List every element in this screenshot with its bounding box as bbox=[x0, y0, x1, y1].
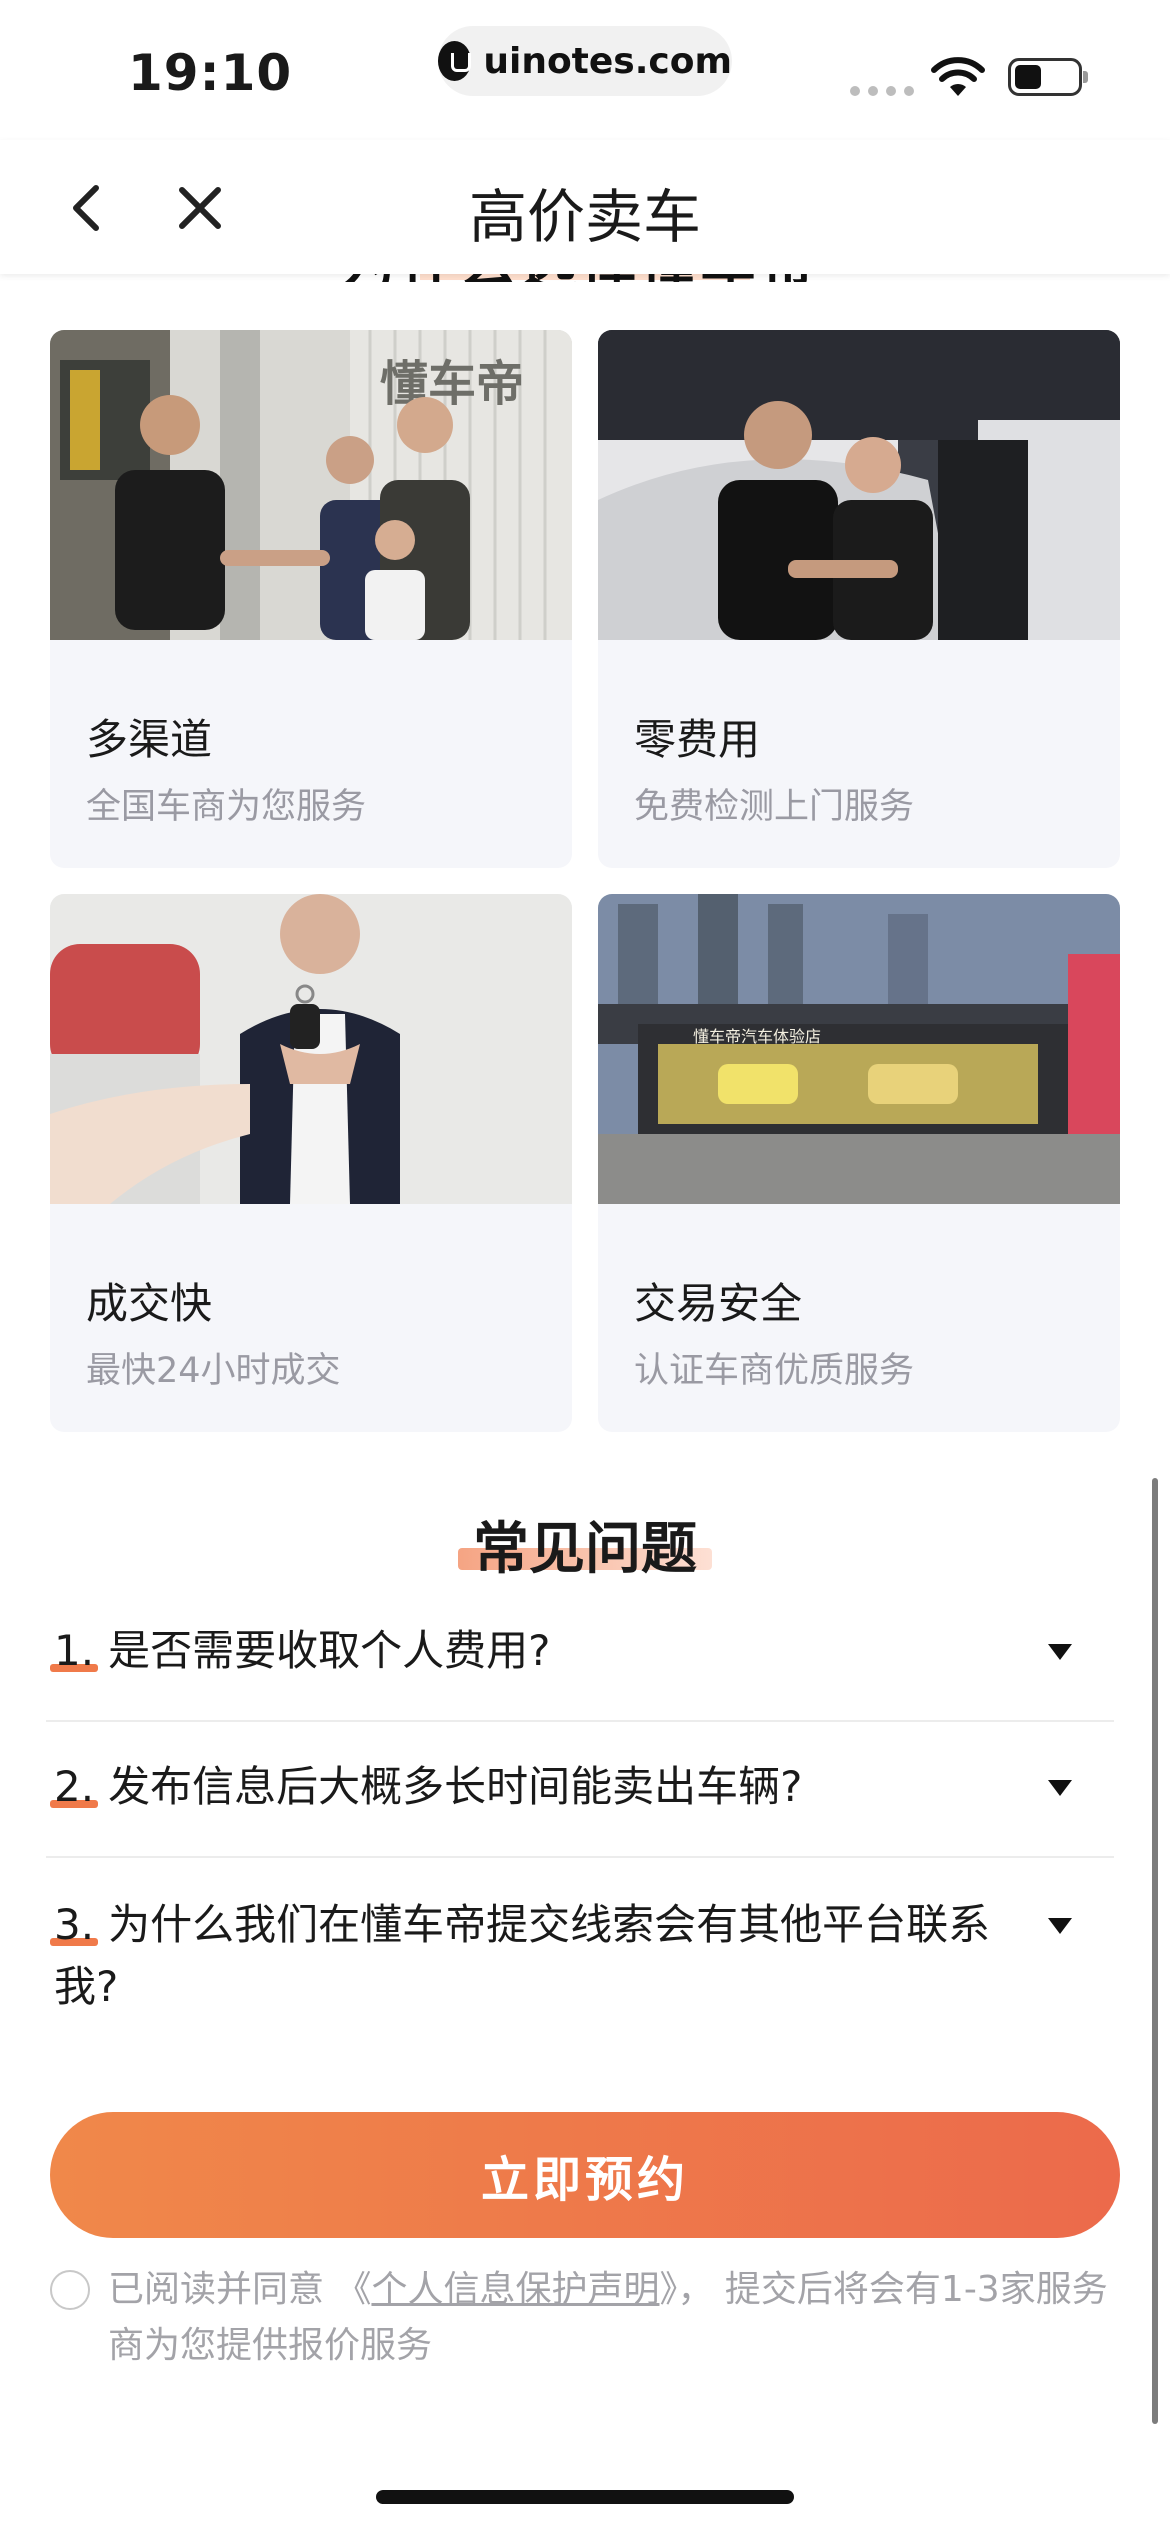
battery-icon bbox=[1008, 58, 1088, 96]
faq-number: 1. bbox=[50, 1620, 99, 1682]
divider bbox=[46, 1856, 1114, 1858]
faq-title: 常见问题 bbox=[473, 1517, 697, 1582]
store-sign: 懂车帝汽车体验店 bbox=[693, 1027, 821, 1046]
feature-subtitle: 最快24小时成交 bbox=[86, 1351, 341, 1391]
feature-subtitle: 全国车商为您服务 bbox=[86, 787, 367, 827]
showroom-sign: 懂车帝 bbox=[380, 356, 524, 412]
feature-card-fast-deal: 成交快 最快24小时成交 bbox=[50, 894, 572, 1432]
faq-number: 3. bbox=[50, 1894, 99, 1956]
faq-question: 发布信息后大概多长时间能卖出车辆? bbox=[108, 1762, 803, 1811]
home-indicator[interactable] bbox=[376, 2490, 794, 2504]
cellular-signal-icon bbox=[850, 86, 914, 96]
agree-checkbox[interactable] bbox=[50, 2270, 90, 2310]
faq-question: 是否需要收取个人费用? bbox=[108, 1626, 551, 1675]
faq-item[interactable]: 2. 发布信息后大概多长时间能卖出车辆? bbox=[46, 1756, 1114, 1856]
scrollbar[interactable] bbox=[1152, 1478, 1158, 2424]
feature-title: 交易安全 bbox=[634, 1279, 803, 1328]
wifi-icon bbox=[931, 57, 985, 96]
faq-item[interactable]: 3. 为什么我们在懂车帝提交线索会有其他平台联系我? bbox=[46, 1894, 1114, 2024]
caret-down-icon[interactable] bbox=[1048, 1644, 1072, 1660]
faq-number: 2. bbox=[50, 1756, 99, 1818]
url-text: uinotes.com bbox=[483, 40, 732, 82]
feature-card-safe-deal: 懂车帝汽车体验店 交易安全 认证车商优质服务 bbox=[598, 894, 1120, 1432]
nav-bar: 高价卖车 bbox=[0, 140, 1170, 274]
feature-subtitle: 免费检测上门服务 bbox=[634, 787, 915, 827]
status-time: 19:10 bbox=[128, 44, 293, 102]
url-pill[interactable]: uinotes.com bbox=[438, 26, 732, 96]
showroom-store-photo: 懂车帝汽车体验店 bbox=[598, 894, 1120, 1204]
faq-question: 为什么我们在懂车帝提交线索会有其他平台联系我? bbox=[54, 1900, 991, 2011]
page-title: 高价卖车 bbox=[468, 183, 701, 251]
divider bbox=[46, 1720, 1114, 1722]
faq-item[interactable]: 1. 是否需要收取个人费用? bbox=[46, 1620, 1114, 1720]
car-inspection-photo bbox=[598, 330, 1120, 640]
feature-title: 多渠道 bbox=[86, 715, 213, 764]
feature-title: 零费用 bbox=[634, 715, 761, 764]
site-icon bbox=[438, 41, 472, 81]
agreement-text: 已阅读并同意 《个人信息保护声明》， 提交后将会有1-3家服务商为您提供报价服务 bbox=[108, 2269, 1108, 2366]
key-handover-photo bbox=[50, 894, 572, 1204]
feature-card-zero-fee: 零费用 免费检测上门服务 bbox=[598, 330, 1120, 868]
privacy-policy-link[interactable]: 个人信息保护声明 bbox=[371, 2269, 659, 2310]
feature-title: 成交快 bbox=[86, 1279, 213, 1328]
status-bar: 19:10 uinotes.com bbox=[0, 0, 1170, 140]
caret-down-icon[interactable] bbox=[1048, 1780, 1072, 1796]
handshake-photo: 懂车帝 bbox=[50, 330, 572, 640]
feature-subtitle: 认证车商优质服务 bbox=[634, 1351, 915, 1391]
book-now-button[interactable]: 立即预约 bbox=[50, 2112, 1120, 2238]
caret-down-icon[interactable] bbox=[1048, 1918, 1072, 1934]
feature-card-multichannel: 懂车帝 多渠道 全国车商为您服务 bbox=[50, 330, 572, 868]
